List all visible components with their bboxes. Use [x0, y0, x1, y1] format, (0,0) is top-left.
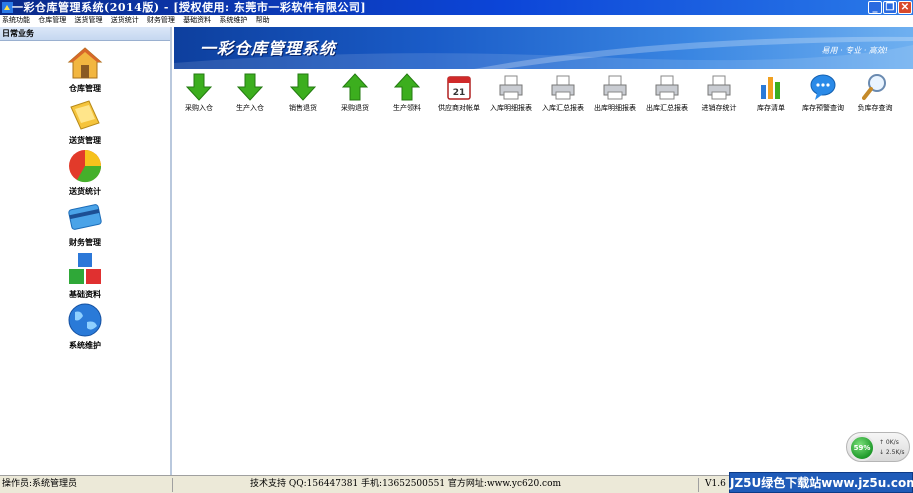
- upload-speed: ↑ 0K/s: [879, 439, 899, 446]
- toolbar-label: 负库存查询: [857, 104, 893, 112]
- sidebar-item-label: 系统维护: [69, 341, 101, 350]
- toolbar-purchase-return-button[interactable]: 采购退货: [330, 70, 380, 116]
- printer-icon: [603, 75, 627, 100]
- header-banner: 一彩仓库管理系统 易用 · 专业 · 高效!: [174, 27, 913, 69]
- close-button[interactable]: ✕: [898, 1, 912, 14]
- toolbar-production-in-button[interactable]: 生产入仓: [225, 70, 275, 116]
- toolbar-purchase-in-button[interactable]: 采购入仓: [174, 70, 224, 116]
- sidebar-item-label: 送货管理: [69, 136, 101, 145]
- green-up-arrow-icon: [394, 73, 420, 101]
- toolbar-inbound-detail-report-button[interactable]: 入库明细报表: [486, 70, 536, 116]
- sidebar-item-delivery[interactable]: 送货管理: [55, 97, 115, 147]
- download-speed-value: ↓ 2.5K/s: [879, 449, 905, 456]
- speech-bubble-icon: [810, 74, 836, 100]
- menu-system-functions[interactable]: 系统功能: [2, 15, 30, 26]
- sidebar-item-label: 基础资料: [69, 290, 101, 299]
- window-controls: _ ❐ ✕: [868, 1, 912, 14]
- version-label: V1.6: [705, 479, 726, 489]
- printer-icon: [707, 75, 731, 100]
- colored-blocks-icon: [69, 253, 101, 284]
- green-down-arrow-icon: [186, 73, 212, 101]
- menu-basic-data[interactable]: 基础资料: [183, 15, 211, 26]
- toolbar-production-pick-button[interactable]: 生产领料: [382, 70, 432, 116]
- menu-help[interactable]: 帮助: [256, 15, 270, 26]
- sidebar-item-label: 仓库管理: [69, 84, 101, 93]
- menu-warehouse[interactable]: 仓库管理: [38, 15, 66, 26]
- green-up-arrow-icon: [342, 73, 368, 101]
- toolbar-stock-list-button[interactable]: 库存清单: [746, 70, 796, 116]
- toolbar-negative-stock-button[interactable]: 负库存查询: [850, 70, 900, 116]
- sidebar-item-finance[interactable]: 财务管理: [55, 199, 115, 249]
- green-down-arrow-icon: [290, 73, 316, 101]
- toolbar-outbound-detail-report-button[interactable]: 出库明细报表: [590, 70, 640, 116]
- sidebar-item-warehouse[interactable]: 仓库管理: [55, 45, 115, 95]
- banner-title: 一彩仓库管理系统: [200, 39, 337, 58]
- menu-maintenance[interactable]: 系统维护: [219, 15, 247, 26]
- sidebar-item-delivery-stats[interactable]: 送货统计: [55, 148, 115, 198]
- sidebar-item-basic-data[interactable]: 基础资料: [55, 251, 115, 301]
- menu-bar: 系统功能 仓库管理 送货管理 送货统计 财务管理 基础资料 系统维护 帮助: [0, 15, 913, 26]
- support-info: 技术支持 QQ:156447381 手机:13652500551 官方网址:ww…: [250, 479, 562, 489]
- calendar-day: 21: [453, 88, 466, 98]
- warehouse-house-icon: [67, 47, 103, 79]
- toolbar: 采购入仓 生产入仓 销售退货 采购退货 生产领料 21 供应商对帐单 入库明细报…: [174, 70, 913, 116]
- menu-delivery[interactable]: 送货管理: [74, 15, 102, 26]
- sidebar: 日常业务 仓库管理 送货管理 送货统计 财务管理 基础资料 系统维护: [0, 27, 172, 475]
- calendar-icon: 21: [447, 76, 471, 100]
- printer-icon: [551, 75, 575, 100]
- minimize-button[interactable]: _: [868, 1, 882, 14]
- download-speed: ↓ 2.5K/s: [879, 449, 905, 456]
- toolbar-stock-alert-button[interactable]: 库存预警查询: [798, 70, 848, 116]
- folder-document-icon: [70, 100, 100, 130]
- sidebar-item-maintenance[interactable]: 系统维护: [55, 302, 115, 352]
- sidebar-item-label: 财务管理: [69, 238, 101, 247]
- banner-slogan: 易用 · 专业 · 高效!: [821, 46, 888, 55]
- status-divider: [172, 478, 173, 492]
- toolbar-outbound-summary-report-button[interactable]: 出库汇总报表: [642, 70, 692, 116]
- title-bar[interactable]: 一彩仓库管理系统(2014版) - [授权使用: 东莞市一彩软件有限公司] _ …: [0, 0, 913, 15]
- green-down-arrow-icon: [237, 73, 263, 101]
- window-title: 一彩仓库管理系统(2014版) - [授权使用: 东莞市一彩软件有限公司]: [12, 1, 367, 14]
- usage-gauge: 59%: [849, 435, 875, 461]
- toolbar-sales-return-button[interactable]: 销售退货: [278, 70, 328, 116]
- globe-icon: [68, 303, 102, 337]
- menu-finance[interactable]: 财务管理: [147, 15, 175, 26]
- toolbar-inbound-summary-report-button[interactable]: 入库汇总报表: [538, 70, 588, 116]
- bar-chart-icon: [761, 77, 780, 99]
- operator-status: 操作员:系统管理员: [2, 479, 78, 489]
- printer-icon: [499, 75, 523, 100]
- toolbar-inventory-stats-button[interactable]: 进销存统计: [694, 70, 744, 116]
- toolbar-supplier-statement-button[interactable]: 21 供应商对帐单: [434, 70, 484, 116]
- status-divider: [698, 478, 699, 492]
- upload-speed-value: ↑ 0K/s: [879, 439, 899, 446]
- credit-card-icon: [68, 204, 102, 230]
- site-watermark: JZ5U绿色下载站www.jz5u.com: [729, 472, 913, 493]
- menu-delivery-stats[interactable]: 送货统计: [111, 15, 139, 26]
- sidebar-header: 日常业务: [0, 27, 170, 41]
- magnifier-icon: [862, 74, 886, 100]
- network-speed-widget[interactable]: 59% ↑ 0K/s ↓ 2.5K/s: [846, 432, 910, 462]
- main-content-area: [174, 116, 913, 475]
- maximize-button[interactable]: ❐: [883, 1, 897, 14]
- sidebar-item-label: 送货统计: [69, 187, 101, 196]
- pie-chart-icon: [69, 150, 102, 183]
- printer-icon: [655, 75, 679, 100]
